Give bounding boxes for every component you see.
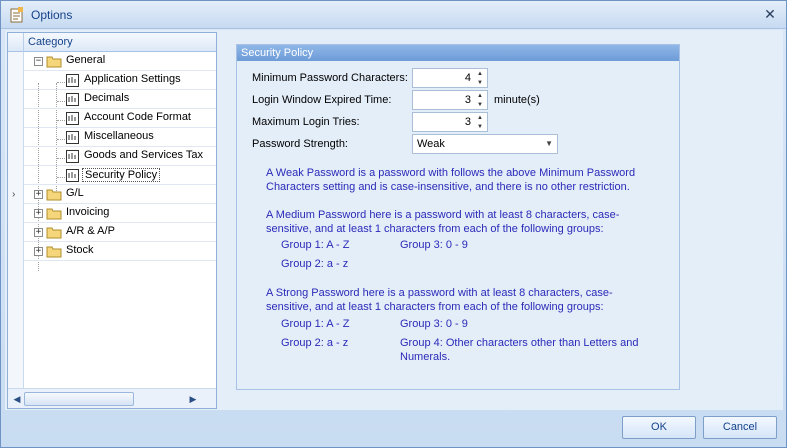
note-line: sensitive, and at least 1 characters fro… — [266, 301, 604, 313]
settings-page-icon — [66, 93, 79, 106]
options-dialog: Options ✕ Category › − General Applicati… — [0, 0, 787, 448]
medium-password-description: A Medium Password here is a password wit… — [266, 208, 619, 236]
tree-node-security-policy[interactable]: Security Policy — [24, 166, 216, 185]
spinner-value: 4 — [464, 72, 471, 84]
note-line: Group 4: Other characters other than Let… — [400, 337, 639, 349]
settings-page-icon — [66, 74, 79, 87]
tree-header: Category — [8, 33, 216, 52]
tree-node-label: Account Code Format — [84, 111, 191, 123]
tree-node-label: Miscellaneous — [84, 130, 154, 142]
tree-node-application-settings[interactable]: Application Settings — [24, 71, 216, 90]
options-app-icon — [10, 7, 23, 23]
min-password-spinner[interactable]: 4 ▲ ▼ — [412, 68, 488, 88]
tree-node-label: Stock — [66, 244, 94, 256]
tree-node-label: Invoicing — [66, 206, 110, 218]
spin-up-icon[interactable]: ▲ — [475, 70, 485, 78]
spin-up-icon[interactable]: ▲ — [475, 114, 485, 122]
note-line: A Weak Password is a password with follo… — [266, 167, 636, 179]
tree-node-label: Decimals — [84, 92, 130, 104]
tree-node-gst[interactable]: Goods and Services Tax — [24, 147, 216, 166]
password-strength-label: Password Strength: — [252, 138, 348, 150]
tree-node-decimals[interactable]: Decimals — [24, 90, 216, 109]
category-tree[interactable]: Category › − General Application Setting… — [7, 32, 217, 409]
weak-password-description: A Weak Password is a password with follo… — [266, 166, 635, 194]
tree-node-label: G/L — [66, 187, 84, 199]
tree-horizontal-scrollbar[interactable]: ◀ ▶ — [8, 388, 216, 408]
strong-group-2: Group 2: a - z — [281, 337, 349, 349]
settings-page-icon — [66, 131, 79, 144]
password-strength-dropdown[interactable]: Weak ▼ — [412, 134, 558, 154]
tree-node-general[interactable]: − General — [24, 52, 216, 71]
chevron-down-icon[interactable]: ▼ — [545, 139, 553, 148]
strong-password-description: A Strong Password here is a password wit… — [266, 286, 613, 314]
settings-page-icon — [66, 169, 79, 182]
spin-down-icon[interactable]: ▼ — [475, 123, 485, 131]
medium-group-3: Group 3: 0 - 9 — [400, 239, 468, 251]
group-title: Security Policy — [237, 45, 679, 61]
strong-group-3: Group 3: 0 - 9 — [400, 318, 468, 330]
folder-icon — [46, 246, 62, 258]
tree-node-account-code-format[interactable]: Account Code Format — [24, 109, 216, 128]
tree-node-invoicing[interactable]: + Invoicing — [24, 204, 216, 223]
tree-header-label: Category — [28, 36, 73, 48]
tree-node-ar-ap[interactable]: + A/R & A/P — [24, 223, 216, 242]
folder-icon — [46, 227, 62, 239]
close-icon[interactable]: ✕ — [762, 6, 778, 22]
min-password-label: Minimum Password Characters: — [252, 72, 408, 84]
expand-icon[interactable]: + — [34, 247, 43, 256]
dialog-body: Category › − General Application Setting… — [5, 30, 783, 410]
minutes-unit-label: minute(s) — [494, 94, 540, 106]
folder-icon — [46, 56, 62, 68]
spinner-value: 3 — [464, 116, 471, 128]
tree-node-stock[interactable]: + Stock — [24, 242, 216, 261]
settings-page-icon — [66, 150, 79, 163]
scrollbar-thumb[interactable] — [24, 392, 134, 406]
collapse-icon[interactable]: − — [34, 57, 43, 66]
selected-row-arrow-icon: › — [12, 189, 16, 200]
dropdown-value: Weak — [417, 138, 445, 150]
max-login-spinner[interactable]: 3 ▲ ▼ — [412, 112, 488, 132]
spin-down-icon[interactable]: ▼ — [475, 101, 485, 109]
note-line: A Strong Password here is a password wit… — [266, 287, 613, 299]
tree-node-label: Application Settings — [84, 73, 181, 85]
expand-icon[interactable]: + — [34, 209, 43, 218]
note-line: sensitive, and at least 1 characters fro… — [266, 223, 604, 235]
window-title: Options — [31, 8, 73, 22]
title-bar[interactable]: Options ✕ — [1, 1, 786, 29]
ok-button[interactable]: OK — [622, 416, 696, 439]
folder-icon — [46, 189, 62, 201]
note-line: Numerals. — [400, 351, 451, 363]
strong-group-4: Group 4: Other characters other than Let… — [400, 336, 638, 364]
cancel-button[interactable]: Cancel — [703, 416, 777, 439]
spinner-value: 3 — [464, 94, 471, 106]
login-window-label: Login Window Expired Time: — [252, 94, 392, 106]
spin-down-icon[interactable]: ▼ — [475, 79, 485, 87]
scroll-right-icon[interactable]: ▶ — [186, 392, 200, 406]
folder-icon — [46, 208, 62, 220]
settings-page-icon — [66, 112, 79, 125]
tree-node-label: A/R & A/P — [66, 225, 115, 237]
row-indicator-column: › — [8, 52, 24, 388]
note-line: Characters setting and is case-insensiti… — [266, 181, 630, 193]
tree-node-label: Security Policy — [82, 168, 161, 182]
medium-group-2: Group 2: a - z — [281, 258, 349, 270]
tree-node-label: Goods and Services Tax — [84, 149, 204, 161]
strong-group-1: Group 1: A - Z — [281, 318, 350, 330]
tree-header-indicator — [8, 33, 24, 52]
max-login-label: Maximum Login Tries: — [252, 116, 360, 128]
note-line: A Medium Password here is a password wit… — [266, 209, 620, 221]
spin-up-icon[interactable]: ▲ — [475, 92, 485, 100]
security-policy-group: Security Policy Minimum Password Charact… — [236, 44, 680, 390]
medium-group-1: Group 1: A - Z — [281, 239, 350, 251]
tree-node-gl[interactable]: + G/L — [24, 185, 216, 204]
expand-icon[interactable]: + — [34, 190, 43, 199]
tree-node-label: General — [66, 54, 106, 66]
scroll-left-icon[interactable]: ◀ — [10, 392, 24, 406]
expand-icon[interactable]: + — [34, 228, 43, 237]
login-window-spinner[interactable]: 3 ▲ ▼ — [412, 90, 488, 110]
tree-node-miscellaneous[interactable]: Miscellaneous — [24, 128, 216, 147]
